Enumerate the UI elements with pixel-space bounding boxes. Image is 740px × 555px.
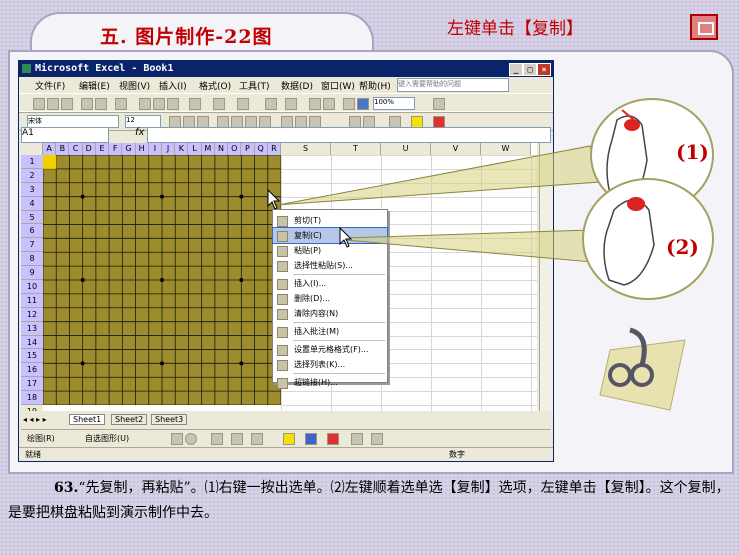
label-step-2: (2) xyxy=(666,235,699,259)
mouse-pointer-icon-2 xyxy=(339,226,353,248)
mascot-icon xyxy=(599,327,686,411)
label-step-1: (1) xyxy=(676,140,709,164)
callout-line-2 xyxy=(344,229,593,263)
callout-line-1 xyxy=(275,145,601,206)
caption-number: 63. xyxy=(54,480,79,496)
caption-text: “先复制，再粘贴”。⑴右键一按出选单。⑵左键顺着选单选【复制】选项，左键单击【复… xyxy=(8,480,730,521)
mouse-pointer-icon xyxy=(267,188,281,210)
caption: 63.“先复制，再粘贴”。⑴右键一按出选单。⑵左键顺着选单选【复制】选项，左键单… xyxy=(8,476,730,526)
